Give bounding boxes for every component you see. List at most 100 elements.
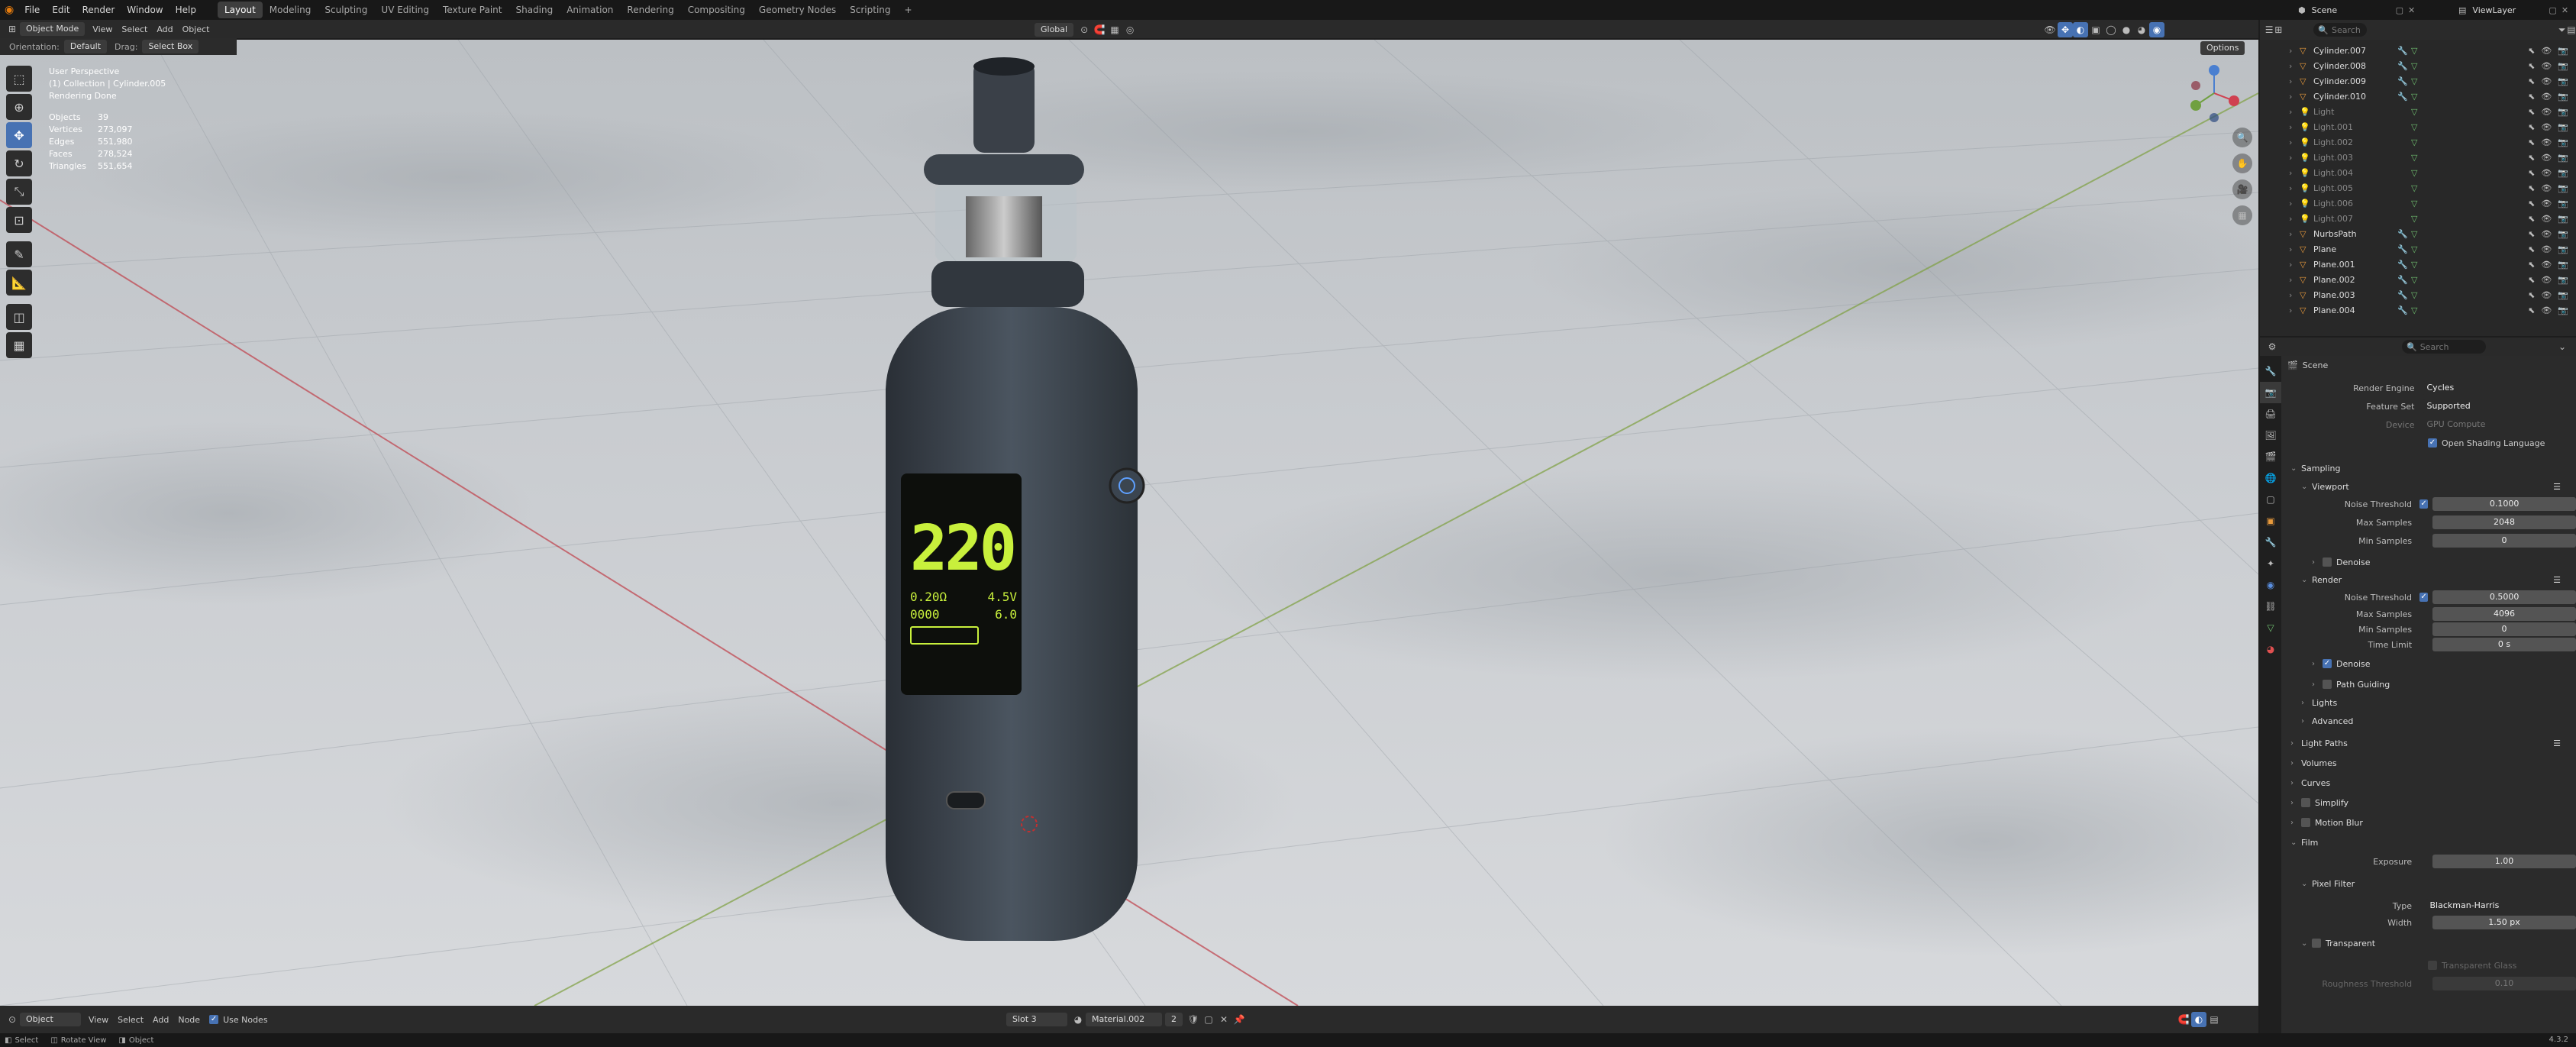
selectable-icon[interactable]: ⬉ [2528,46,2535,56]
eye-icon[interactable]: 👁 [2541,199,2552,208]
pivot-icon[interactable]: ⊙ [1077,22,1092,37]
panel-render[interactable]: ⌄ Render ☰ [2283,571,2576,588]
new-collection-icon[interactable]: ▤ [2567,22,2576,37]
tab-geometry-nodes[interactable]: Geometry Nodes [752,2,843,18]
checkbox-unchecked-icon[interactable] [2301,818,2310,827]
options-dropdown[interactable]: Options [2200,41,2245,55]
delete-viewlayer-icon[interactable]: ✕ [2561,5,2568,15]
eye-icon[interactable]: 👁 [2541,275,2552,285]
expand-arrow-icon[interactable]: › [2289,76,2300,86]
outliner-row[interactable]: › ▽ Plane.002 🔧 ▽ ⬉ 👁 📷 [2260,272,2576,287]
node-editor-type-icon[interactable]: ⊙ [5,1012,20,1027]
menu-help[interactable]: Help [169,5,202,15]
physics-tab-icon[interactable]: ◉ [2260,574,2281,596]
annotate-tool-icon[interactable]: ✎ [6,241,32,267]
selectable-icon[interactable]: ⬉ [2528,92,2535,102]
new-scene-icon[interactable]: ▢ [2396,5,2403,15]
tab-layout[interactable]: Layout [217,2,263,18]
expand-arrow-icon[interactable]: › [2289,229,2300,239]
mode-dropdown[interactable]: Object Mode [20,22,86,36]
outliner-row[interactable]: › ▽ Plane.001 🔧 ▽ ⬉ 👁 📷 [2260,257,2576,272]
orientation-dropdown[interactable]: Default [63,40,108,53]
menu-window[interactable]: Window [121,5,169,15]
eye-icon[interactable]: 👁 [2541,107,2552,117]
roughness-threshold-field[interactable]: 0.10 [2432,977,2576,990]
snap-icon[interactable]: 🧲 [1092,22,1107,37]
selectable-icon[interactable]: ⬉ [2528,183,2535,193]
shader-type-dropdown[interactable]: Object [20,1013,81,1026]
outliner-row[interactable]: › 💡 Light.005 ▽ ⬉ 👁 📷 [2260,180,2576,196]
list-icon[interactable]: ☰ [2553,738,2561,748]
expand-arrow-icon[interactable]: › [2289,137,2300,147]
selectable-icon[interactable]: ⬉ [2528,229,2535,239]
eye-icon[interactable]: 👁 [2541,61,2552,71]
selectable-icon[interactable]: ⬉ [2528,275,2535,285]
snap-icon[interactable]: 🧲 [2176,1012,2191,1027]
pan-icon[interactable]: ✋ [2232,153,2252,173]
cursor-tool-icon[interactable]: ⊕ [6,94,32,120]
outliner-row[interactable]: › ▽ Cylinder.008 🔧 ▽ ⬉ 👁 📷 [2260,58,2576,73]
camera-view-icon[interactable]: 🎥 [2232,179,2252,199]
expand-arrow-icon[interactable]: › [2289,290,2300,300]
selectable-icon[interactable]: ⬉ [2528,107,2535,117]
drag-dropdown[interactable]: Select Box [142,40,199,53]
panel-simplify[interactable]: › Simplify [2283,793,2576,813]
overlay-icon[interactable]: ◐ [2191,1012,2206,1027]
expand-arrow-icon[interactable]: › [2289,214,2300,224]
selectable-icon[interactable]: ⬉ [2528,153,2535,163]
selectable-icon[interactable]: ⬉ [2528,76,2535,86]
data-tab-icon[interactable]: ▽ [2260,617,2281,638]
eye-icon[interactable]: 👁 [2541,168,2552,178]
outliner-row[interactable]: › 💡 Light.003 ▽ ⬉ 👁 📷 [2260,150,2576,165]
fake-user-icon[interactable]: 🛡 [1186,1012,1201,1027]
filter-type-dropdown[interactable]: Blackman-Harris [2425,899,2576,913]
outliner-editor-icon[interactable]: ☰ [2264,22,2274,37]
panel-transparent[interactable]: ⌄ Transparent [2283,930,2576,956]
r-noise-threshold-field[interactable]: 0.5000 [2432,590,2576,604]
new-viewlayer-icon[interactable]: ▢ [2549,5,2556,15]
add-cube-tool-icon[interactable]: ◫ [6,304,32,330]
camera-icon[interactable]: 📷 [2558,183,2568,193]
wireframe-shading-icon[interactable]: ◯ [2103,22,2119,37]
expand-arrow-icon[interactable]: › [2289,244,2300,254]
render-tab-icon[interactable]: 📷 [2260,382,2281,403]
scene-selector[interactable]: ⬢ Scene ▢ ✕ [2298,2,2415,18]
camera-icon[interactable]: 📷 [2558,244,2568,254]
camera-icon[interactable]: 📷 [2558,76,2568,86]
add-primitive-tool-icon[interactable]: ▦ [6,332,32,358]
tab-animation[interactable]: Animation [560,2,620,18]
r-max-samples-field[interactable]: 4096 [2432,607,2576,621]
camera-icon[interactable]: 📷 [2558,275,2568,285]
zoom-icon[interactable]: 🔍 [2232,128,2252,147]
selectable-icon[interactable]: ⬉ [2528,137,2535,147]
tab-uv-editing[interactable]: UV Editing [374,2,436,18]
eye-icon[interactable]: 👁 [2541,260,2552,270]
camera-icon[interactable]: 📷 [2558,199,2568,208]
checkbox-unchecked-icon[interactable] [2323,557,2332,567]
tab-texture-paint[interactable]: Texture Paint [436,2,508,18]
pin-icon[interactable]: 📌 [1232,1012,1247,1027]
expand-arrow-icon[interactable]: › [2289,168,2300,178]
eye-icon[interactable]: 👁 [2541,153,2552,163]
outliner-row[interactable]: › 💡 Light.007 ▽ ⬉ 👁 📷 [2260,211,2576,226]
scale-tool-icon[interactable]: ⤡ [6,179,32,205]
feature-set-dropdown[interactable]: Supported [2422,399,2576,413]
camera-icon[interactable]: 📷 [2558,61,2568,71]
gizmo-icon[interactable]: ✥ [2058,22,2073,37]
checkbox-unchecked-icon[interactable] [2323,680,2332,689]
panel-pixel-filter[interactable]: ⌄ Pixel Filter [2283,871,2576,897]
duplicate-material-icon[interactable]: ▢ [1201,1012,1216,1027]
tab-sculpting[interactable]: Sculpting [318,2,374,18]
outliner-row[interactable]: › ▽ NurbsPath 🔧 ▽ ⬉ 👁 📷 [2260,226,2576,241]
menu-add[interactable]: Add [148,1015,173,1025]
camera-icon[interactable]: 📷 [2558,305,2568,315]
time-limit-field[interactable]: 0 s [2432,638,2576,651]
transform-tool-icon[interactable]: ⊡ [6,207,32,233]
menu-object[interactable]: Object [178,24,215,34]
panel-light-paths[interactable]: › Light Paths ☰ [2283,733,2576,753]
material-users[interactable]: 2 [1165,1013,1183,1026]
expand-arrow-icon[interactable]: › [2289,46,2300,56]
checkbox-checked-icon[interactable]: ✓ [2428,438,2437,448]
menu-select[interactable]: Select [117,24,152,34]
outliner-row[interactable]: › ▽ Plane 🔧 ▽ ⬉ 👁 📷 [2260,241,2576,257]
